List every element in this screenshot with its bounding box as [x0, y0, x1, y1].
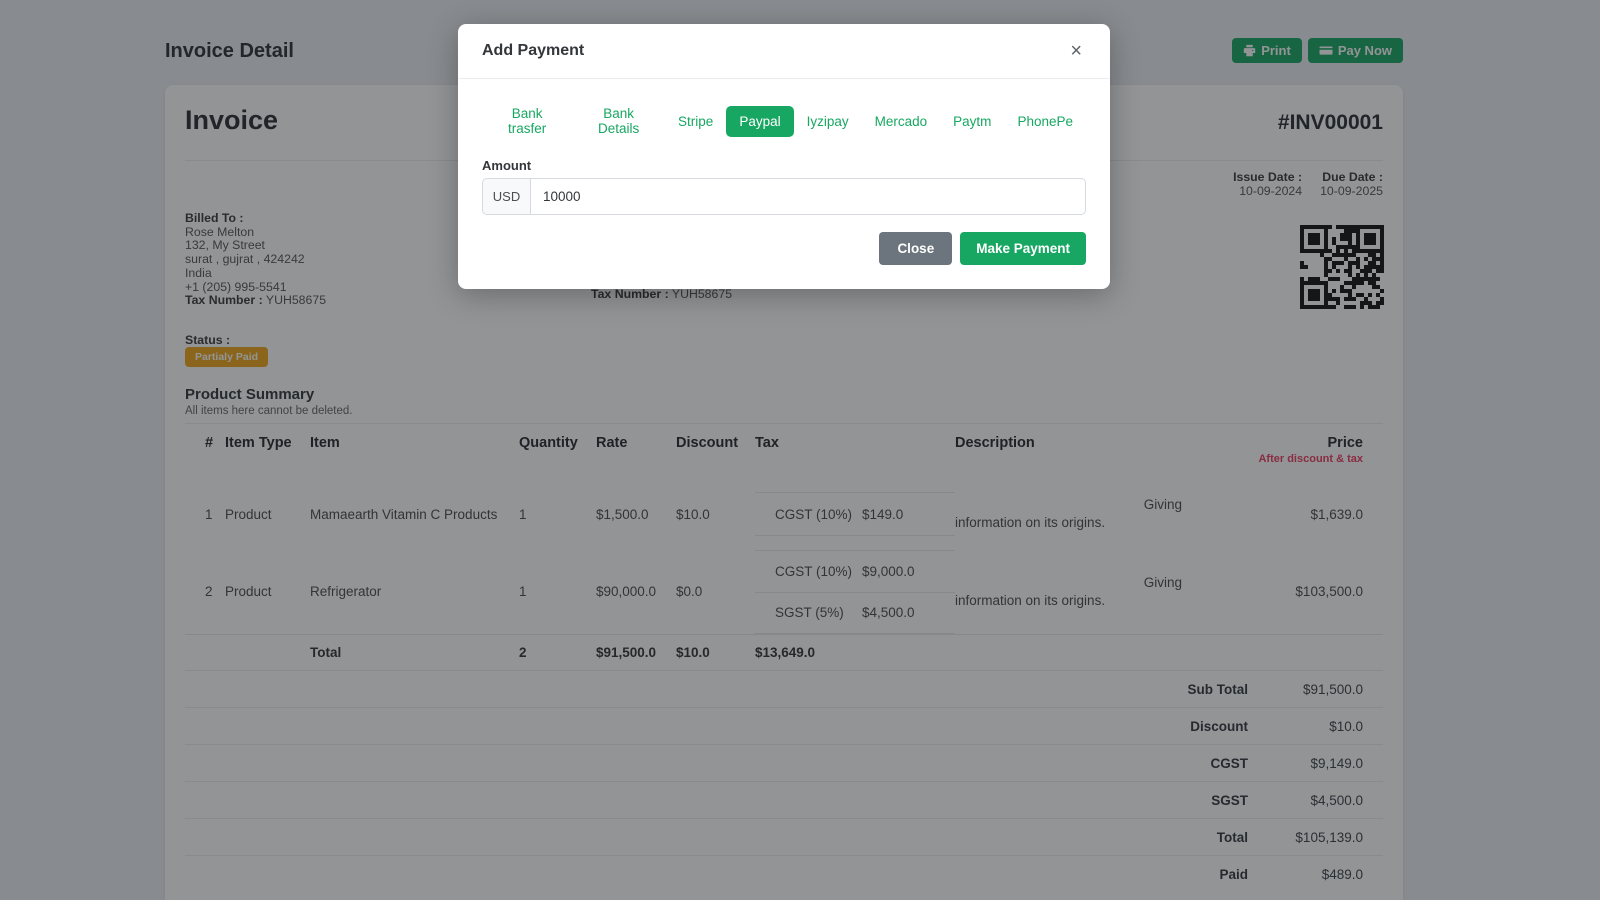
modal-title: Add Payment [482, 42, 585, 59]
make-payment-button[interactable]: Make Payment [960, 232, 1086, 265]
tab-paytm[interactable]: Paytm [940, 106, 1004, 137]
tab-bank-details[interactable]: Bank Details [572, 98, 665, 144]
add-payment-modal: Add Payment × Bank trasfer Bank Details … [458, 24, 1110, 289]
amount-input-group: USD [482, 178, 1086, 215]
tab-bank-transfer[interactable]: Bank trasfer [482, 98, 572, 144]
currency-prefix: USD [482, 178, 530, 215]
payment-method-tabs: Bank trasfer Bank Details Stripe Paypal … [482, 98, 1086, 144]
tab-mercado[interactable]: Mercado [862, 106, 941, 137]
modal-footer: Close Make Payment [482, 232, 1086, 265]
tab-paypal[interactable]: Paypal [726, 105, 794, 137]
amount-label: Amount [482, 158, 532, 173]
tab-phonepe[interactable]: PhonePe [1004, 106, 1086, 137]
tab-stripe[interactable]: Stripe [665, 106, 726, 137]
close-button[interactable]: Close [879, 232, 953, 265]
modal-header: Add Payment × [458, 24, 1110, 79]
tab-iyzipay[interactable]: Iyzipay [794, 106, 862, 137]
amount-input[interactable] [530, 178, 1086, 215]
close-icon[interactable]: × [1066, 39, 1086, 63]
modal-body: Bank trasfer Bank Details Stripe Paypal … [458, 79, 1110, 289]
